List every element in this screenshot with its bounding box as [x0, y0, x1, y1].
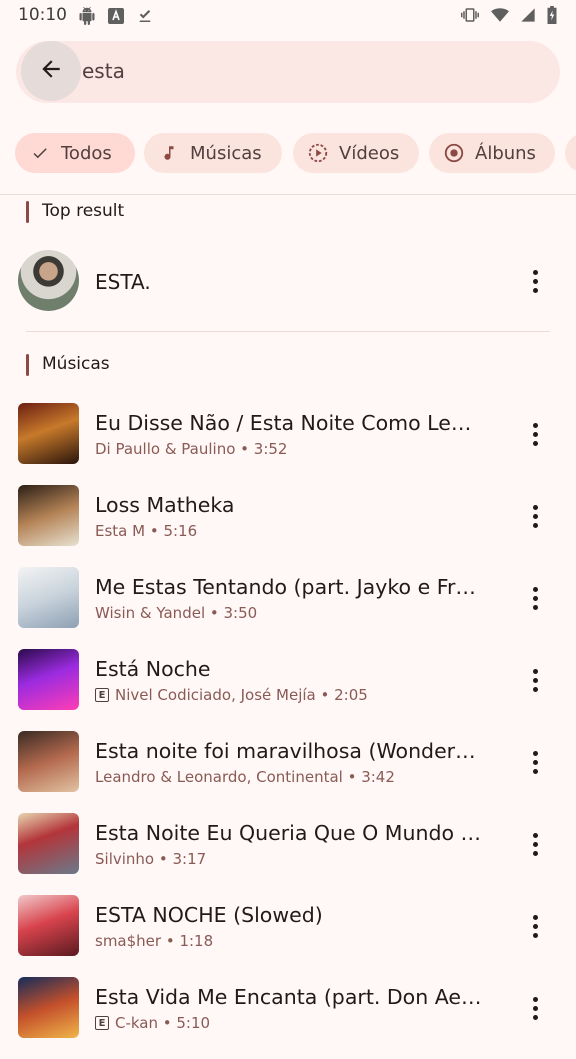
- song-subtitle: sma$her • 1:18: [95, 932, 214, 950]
- explicit-icon: E: [95, 1016, 109, 1030]
- song-thumbnail: [18, 403, 79, 464]
- chip-todos[interactable]: Todos: [15, 133, 135, 173]
- song-subtitle: Nivel Codiciado, José Mejía • 2:05: [115, 686, 368, 704]
- font-a-icon: [108, 8, 124, 28]
- android-icon: [78, 7, 96, 29]
- vibrate-icon: [460, 6, 480, 28]
- chip-label: Vídeos: [339, 142, 400, 164]
- song-thumbnail: [18, 895, 79, 956]
- song-title: ESTA NOCHE (Slowed): [95, 903, 323, 927]
- chip-albuns[interactable]: Álbuns: [429, 133, 555, 173]
- song-subtitle: Silvinho • 3:17: [95, 850, 207, 868]
- song-row[interactable]: Me Estas Tentando (part. Jayko e Fr… Wisi…: [0, 567, 576, 649]
- song-thumbnail: [18, 567, 79, 628]
- song-subtitle-row: Leandro & Leonardo, Continental • 3:42: [95, 768, 495, 786]
- song-title: Me Estas Tentando (part. Jayko e Fr…: [95, 575, 476, 599]
- song-title: Esta noite foi maravilhosa (Wonder…: [95, 739, 476, 763]
- song-title: Esta Noite Eu Queria Que O Mundo …: [95, 821, 482, 845]
- status-bar: 10:10: [0, 0, 576, 32]
- song-title: Está Noche: [95, 657, 211, 681]
- song-subtitle: Esta M • 5:16: [95, 522, 198, 540]
- filter-chips: Todos Músicas Vídeos Álbuns: [15, 133, 576, 175]
- song-thumbnail: [18, 813, 79, 874]
- search-input[interactable]: esta: [82, 59, 125, 83]
- more-options-button[interactable]: [523, 994, 547, 1022]
- song-thumbnail: [18, 649, 79, 710]
- song-subtitle: Di Paullo & Paulino • 3:52: [95, 440, 288, 458]
- top-result-title: ESTA.: [95, 270, 151, 294]
- chip-label: Álbuns: [475, 142, 536, 164]
- arrow-back-icon: [38, 56, 64, 86]
- song-row[interactable]: Eu Disse Não / Esta Noite Como Le… Di Pau…: [0, 403, 576, 485]
- divider: [0, 194, 576, 195]
- album-icon: [443, 142, 465, 164]
- song-subtitle: C-kan • 5:10: [115, 1014, 211, 1032]
- video-play-icon: [307, 142, 329, 164]
- chip-label: Músicas: [190, 142, 262, 164]
- back-button[interactable]: [21, 41, 81, 101]
- section-title-songs: Músicas: [26, 354, 110, 376]
- song-title: Eu Disse Não / Esta Noite Como Le…: [95, 411, 472, 435]
- song-subtitle-row: sma$her • 1:18: [95, 932, 495, 950]
- chip-videos[interactable]: Vídeos: [293, 133, 419, 173]
- chip-label: Todos: [61, 142, 112, 164]
- song-subtitle-row: E Nivel Codiciado, José Mejía • 2:05: [95, 686, 495, 704]
- song-row[interactable]: Loss Matheka Esta M • 5:16: [0, 485, 576, 567]
- artist-avatar: [18, 250, 79, 311]
- more-options-button[interactable]: [523, 830, 547, 858]
- song-title: Loss Matheka: [95, 493, 235, 517]
- more-options-button[interactable]: [523, 502, 547, 530]
- divider: [26, 331, 550, 332]
- explicit-icon: E: [95, 688, 109, 702]
- section-title-top-result: Top result: [26, 201, 124, 223]
- more-options-button[interactable]: [523, 666, 547, 694]
- song-subtitle-row: Esta M • 5:16: [95, 522, 495, 540]
- song-row[interactable]: Esta noite foi maravilhosa (Wonder… Leand…: [0, 731, 576, 813]
- chip-more[interactable]: [565, 133, 576, 173]
- battery-icon: [546, 6, 558, 28]
- download-done-icon: [136, 7, 154, 29]
- music-note-icon: [158, 142, 180, 164]
- song-row[interactable]: ESTA NOCHE (Slowed) sma$her • 1:18: [0, 895, 576, 977]
- song-thumbnail: [18, 731, 79, 792]
- song-subtitle-row: Silvinho • 3:17: [95, 850, 495, 868]
- more-options-button[interactable]: [523, 584, 547, 612]
- top-result-item[interactable]: ESTA.: [0, 248, 576, 314]
- more-options-button[interactable]: [523, 748, 547, 776]
- status-time: 10:10: [18, 5, 67, 25]
- song-thumbnail: [18, 485, 79, 546]
- song-row[interactable]: Está Noche E Nivel Codiciado, José Mejía •…: [0, 649, 576, 731]
- check-icon: [29, 142, 51, 164]
- signal-icon: [520, 7, 536, 27]
- song-row[interactable]: Esta Noite Eu Queria Que O Mundo … Silvin…: [0, 813, 576, 895]
- song-subtitle: Wisin & Yandel • 3:50: [95, 604, 258, 622]
- chip-musicas[interactable]: Músicas: [144, 133, 282, 173]
- more-options-button[interactable]: [523, 420, 547, 448]
- song-thumbnail: [18, 977, 79, 1038]
- song-subtitle-row: Wisin & Yandel • 3:50: [95, 604, 495, 622]
- song-subtitle: Leandro & Leonardo, Continental • 3:42: [95, 768, 395, 786]
- song-row[interactable]: Esta Vida Me Encanta (part. Don Ae… E C-ka…: [0, 977, 576, 1059]
- wifi-icon: [490, 6, 510, 28]
- more-options-button[interactable]: [523, 267, 547, 295]
- song-subtitle-row: Di Paullo & Paulino • 3:52: [95, 440, 495, 458]
- more-options-button[interactable]: [523, 912, 547, 940]
- song-title: Esta Vida Me Encanta (part. Don Ae…: [95, 985, 482, 1009]
- song-subtitle-row: E C-kan • 5:10: [95, 1014, 495, 1032]
